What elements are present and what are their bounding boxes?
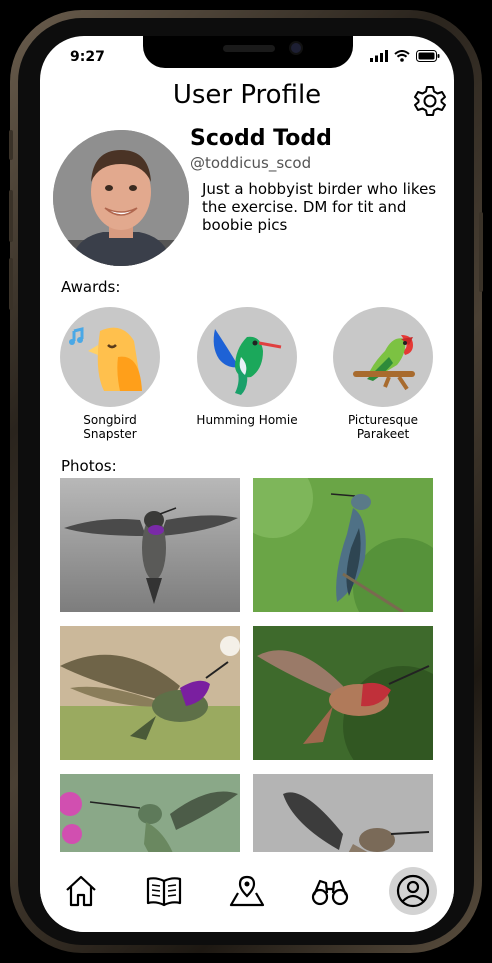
book-icon	[146, 877, 182, 907]
parakeet-icon	[353, 335, 415, 391]
volume-down-button	[9, 258, 13, 310]
photo-tile[interactable]	[253, 478, 433, 612]
award-label: Picturesque Parakeet	[347, 413, 419, 441]
awards-label: Awards:	[61, 278, 121, 296]
hummingbird-photo	[60, 478, 240, 612]
bottom-nav	[40, 852, 454, 932]
power-button	[479, 212, 483, 292]
silent-switch	[9, 130, 13, 160]
signal-icon	[370, 50, 388, 62]
binoculars-icon	[311, 879, 349, 906]
user-bio: Just a hobbyist birder who likes the exe…	[202, 180, 437, 234]
photo-tile[interactable]	[60, 478, 240, 612]
battery-icon	[416, 50, 440, 62]
photos-label: Photos:	[61, 457, 117, 475]
hummingbird-photo	[253, 626, 433, 760]
front-camera	[289, 41, 303, 55]
avatar-photo	[53, 130, 189, 266]
volume-up-button	[9, 190, 13, 242]
user-name: Scodd Todd	[190, 126, 332, 151]
nav-explore[interactable]	[307, 868, 353, 914]
status-time: 9:27	[70, 49, 105, 65]
nav-map[interactable]	[224, 868, 270, 914]
map-icon	[229, 875, 265, 907]
speaker	[223, 45, 275, 52]
page-title: User Profile	[172, 80, 322, 110]
nav-guide[interactable]	[141, 868, 187, 914]
award-parakeet[interactable]: Picturesque Parakeet	[328, 307, 438, 441]
home-icon	[66, 875, 96, 907]
photo-tile[interactable]	[253, 626, 433, 760]
songbird-icon	[69, 327, 142, 391]
user-handle: @toddicus_scod	[190, 154, 312, 172]
award-badge	[197, 307, 297, 407]
award-badge	[60, 307, 160, 407]
notch	[143, 36, 353, 68]
profile-icon	[396, 874, 430, 908]
hummingbird-photo	[60, 626, 240, 760]
gear-icon[interactable]	[413, 84, 447, 118]
award-label: Songbird Snapster	[83, 413, 137, 441]
award-label: Humming Homie	[196, 413, 298, 427]
award-songbird[interactable]: Songbird Snapster	[55, 307, 165, 441]
status-icons	[370, 50, 440, 62]
avatar	[53, 130, 189, 266]
award-badge	[333, 307, 433, 407]
nav-home[interactable]	[58, 868, 104, 914]
hummingbird-photo	[253, 478, 433, 612]
screen: 9:27 User Profile Scodd Todd @toddicus_s…	[40, 36, 454, 932]
hummingbird-icon	[213, 329, 282, 395]
wifi-icon	[394, 50, 410, 62]
photo-tile[interactable]	[60, 626, 240, 760]
nav-profile[interactable]	[389, 867, 437, 915]
award-hummingbird[interactable]: Humming Homie	[192, 307, 302, 427]
